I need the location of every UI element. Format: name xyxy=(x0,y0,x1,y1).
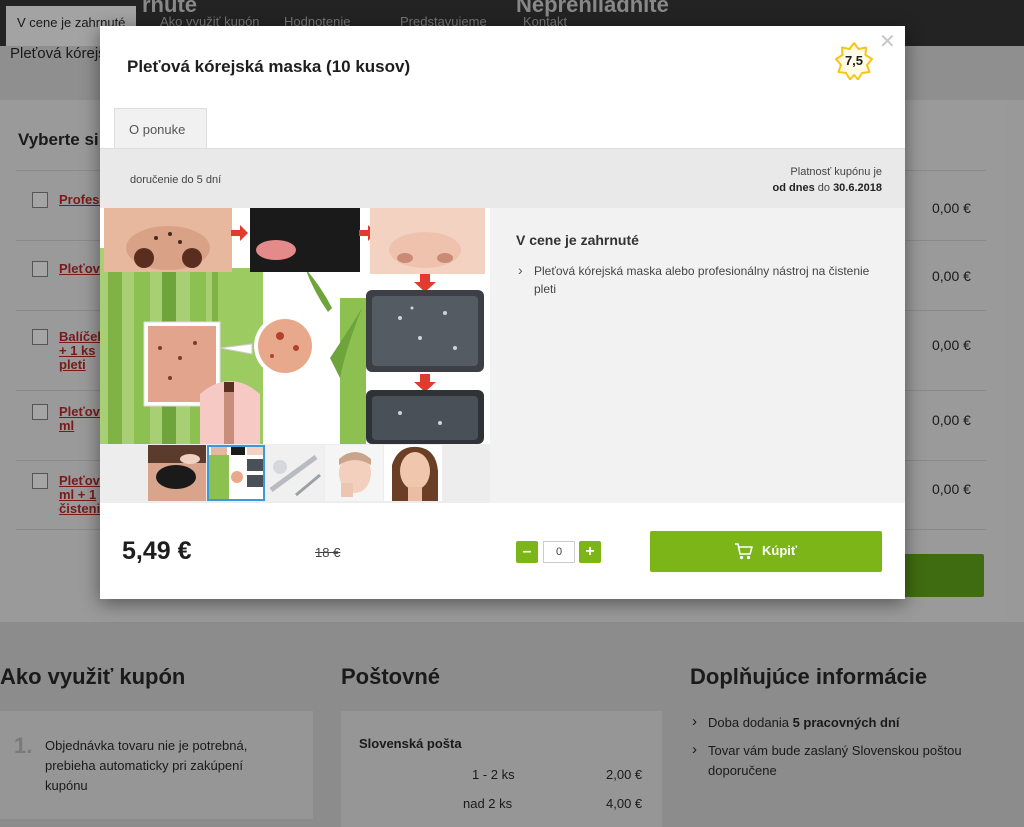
option-price: 0,00 € xyxy=(932,268,971,284)
step-number: 1. xyxy=(14,733,33,758)
close-icon[interactable]: ✕ xyxy=(879,29,896,54)
info-delivery-days: 5 pracovných dní xyxy=(792,715,900,730)
bg-heading-included: rnuté xyxy=(142,0,197,17)
additional-info-title: Doplňujúce informácie xyxy=(690,664,928,689)
thumbnail-image xyxy=(384,445,442,501)
quantity-input[interactable] xyxy=(543,541,575,563)
thumbnail[interactable] xyxy=(148,445,206,501)
validity-date: 30.6.2018 xyxy=(833,182,882,194)
bg-select-title: Vyberte si xyxy=(18,130,99,149)
delivery-text: doručenie do 5 dní xyxy=(130,174,222,186)
info-delivery-time: Doba dodania 5 pracovných dní xyxy=(690,712,990,733)
thumbnail[interactable] xyxy=(384,445,442,501)
product-main-image[interactable] xyxy=(100,208,490,444)
postage-price: 2,00 € xyxy=(606,767,643,782)
option-price: 0,00 € xyxy=(932,412,971,428)
postage-price: 4,00 € xyxy=(606,796,643,811)
thumbnail-image xyxy=(207,445,265,501)
how-to-title: Ako využiť kupón xyxy=(0,664,186,689)
validity-from: od dnes xyxy=(772,182,815,194)
modal-title: Pleťová kórejská maska (10 kusov) xyxy=(127,57,411,76)
rating-badge: 7,5 xyxy=(835,42,873,80)
option-checkbox[interactable] xyxy=(32,261,48,277)
thumbnail-image xyxy=(266,445,324,501)
postage-carrier: Slovenská pošta xyxy=(359,736,462,751)
rating-value: 7,5 xyxy=(844,53,864,68)
validity-range: od dnes do 30.6.2018 xyxy=(773,180,882,196)
buy-button[interactable]: Kúpiť xyxy=(650,531,882,572)
offer-modal: Pleťová kórejská maska (10 kusov) ✕ 7,5 … xyxy=(100,26,905,599)
thumbnail[interactable] xyxy=(266,445,324,501)
quantity-decrease-button[interactable]: – xyxy=(516,541,538,563)
postage-qty: 1 - 2 ks xyxy=(472,767,515,782)
option-price: 0,00 € xyxy=(932,481,971,497)
thumbnail[interactable] xyxy=(207,445,265,501)
option-price: 0,00 € xyxy=(932,337,971,353)
postage-qty: nad 2 ks xyxy=(463,796,513,811)
product-collage-image xyxy=(100,208,490,444)
thumbnail-image xyxy=(148,445,206,501)
info-shipping: Tovar vám bude zaslaný Slovenskou poštou… xyxy=(690,740,990,781)
thumbnail[interactable] xyxy=(325,445,383,501)
validity-label: Platnosť kupónu je xyxy=(790,166,882,178)
option-checkbox[interactable] xyxy=(32,192,48,208)
included-item: Pleťová kórejská maska alebo profesionál… xyxy=(516,261,876,298)
quantity-increase-button[interactable]: + xyxy=(579,541,601,563)
included-panel: V cene je zahrnuté Pleťová kórejská mask… xyxy=(490,208,905,503)
validity-to-word: do xyxy=(817,182,830,194)
current-price: 5,49 € xyxy=(122,537,192,565)
coupon-info-bar: doručenie do 5 dní Platnosť kupónu je od… xyxy=(100,148,905,208)
postage-title: Poštovné xyxy=(341,664,441,689)
included-title: V cene je zahrnuté xyxy=(516,232,639,248)
cart-icon xyxy=(735,543,753,560)
tab-offer[interactable]: O ponuke xyxy=(114,108,207,148)
image-thumbnails xyxy=(100,444,490,503)
option-price: 0,00 € xyxy=(932,200,971,216)
info-delivery-prefix: Doba dodania xyxy=(708,715,793,730)
coupon-validity: Platnosť kupónu je od dnes do 30.6.2018 xyxy=(773,164,882,196)
step-text: Objednávka tovaru nie je potrebná, prebi… xyxy=(45,738,248,793)
buy-button-label: Kúpiť xyxy=(762,543,798,558)
option-checkbox[interactable] xyxy=(32,473,48,489)
original-price: 18 € xyxy=(315,545,341,560)
thumbnail-image xyxy=(325,445,383,501)
bg-product-subtitle: Pleťová kórejs xyxy=(10,45,106,62)
option-checkbox[interactable] xyxy=(32,404,48,420)
option-checkbox[interactable] xyxy=(32,329,48,345)
bg-heading-dont-miss: Neprehliadnite xyxy=(516,0,669,17)
